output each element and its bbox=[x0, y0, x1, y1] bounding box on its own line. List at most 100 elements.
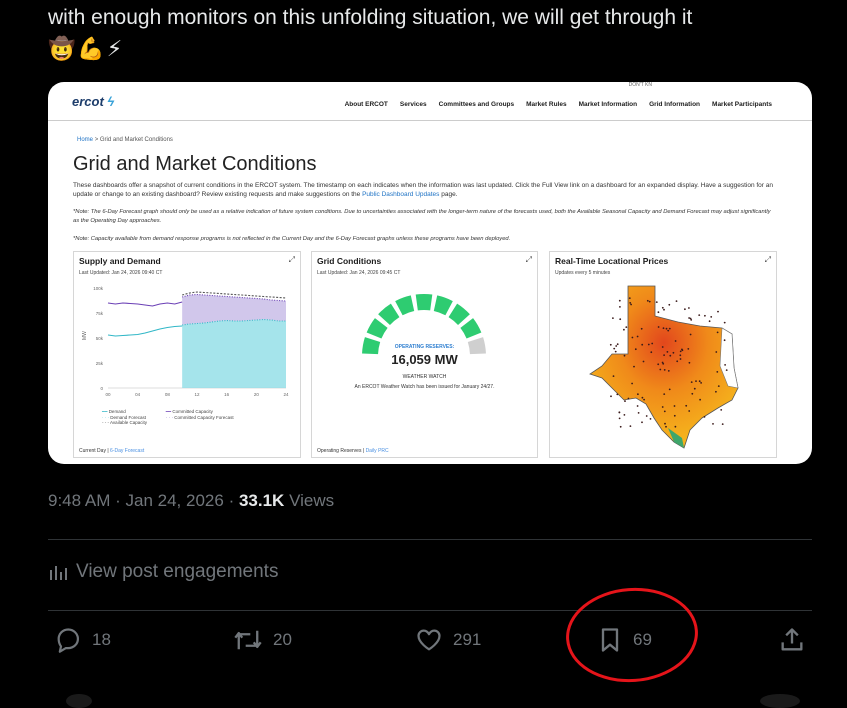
price-node-dot bbox=[698, 314, 701, 316]
price-node-dot bbox=[687, 348, 690, 350]
price-node-dot bbox=[668, 327, 671, 330]
like-count: 291 bbox=[453, 630, 482, 649]
price-node-dot bbox=[637, 393, 639, 396]
reply-button[interactable]: 18 bbox=[54, 626, 111, 654]
embedded-image[interactable]: ercot ϟ DON'T KN About ERCOT Services Comm… bbox=[48, 82, 812, 464]
price-node-dot bbox=[684, 308, 686, 311]
view-engagements-link[interactable]: View post engagements bbox=[48, 561, 278, 583]
price-node-dot bbox=[643, 398, 645, 401]
price-node-dot bbox=[715, 390, 717, 393]
nav-link: Services bbox=[399, 101, 427, 108]
grid-conditions-panel: Grid Conditions ⤢ Last Updated: Jan 24, … bbox=[311, 251, 538, 458]
price-node-dot bbox=[723, 339, 726, 342]
expand-icon: ⤢ bbox=[288, 255, 295, 264]
price-node-dot bbox=[675, 300, 678, 302]
price-node-dot bbox=[628, 297, 631, 299]
site-nav: ercot ϟ DON'T KN About ERCOT Services Comm… bbox=[48, 82, 812, 121]
views-count: 33.1K bbox=[238, 491, 285, 510]
price-node-dot bbox=[666, 351, 669, 353]
legend-available: - - - Available Capacity bbox=[102, 420, 147, 425]
x-tick-label: 20 bbox=[254, 392, 260, 397]
x-tick-label: 08 bbox=[165, 392, 171, 397]
nav-link: Market Participants bbox=[712, 101, 772, 108]
nav-links: About ERCOT Services Committees and Groups… bbox=[345, 101, 772, 108]
price-node-dot bbox=[631, 382, 633, 385]
price-node-dot bbox=[641, 421, 643, 424]
footer-current: Operating Reserves bbox=[317, 448, 362, 454]
views-label: Views bbox=[289, 491, 335, 510]
nav-top-link: DON'T KN bbox=[628, 82, 652, 88]
price-node-dot bbox=[708, 320, 711, 323]
gauge-segment bbox=[448, 303, 470, 326]
page-title: Grid and Market Conditions bbox=[73, 153, 317, 175]
price-node-dot bbox=[659, 368, 662, 371]
reply-icon bbox=[57, 628, 80, 653]
price-node-dot bbox=[612, 317, 614, 319]
legend-available-label: Available Capacity bbox=[110, 420, 147, 425]
page-description: These dashboards offer a snapshot of cur… bbox=[73, 181, 778, 199]
price-node-dot bbox=[679, 350, 682, 353]
footer-link: Daily PRC bbox=[365, 448, 389, 454]
y-tick-label: 100k bbox=[93, 286, 104, 291]
price-node-dot bbox=[616, 343, 619, 346]
meta-dot-2: · bbox=[228, 491, 235, 510]
price-node-dot bbox=[618, 299, 621, 302]
price-node-dot bbox=[645, 415, 648, 417]
price-node-dot bbox=[716, 331, 719, 334]
gauge-segment bbox=[460, 318, 482, 339]
analytics-icon bbox=[50, 566, 67, 580]
share-icon bbox=[781, 628, 803, 651]
price-node-dot bbox=[619, 318, 622, 321]
note-capacity: *Note: Capacity available from demand re… bbox=[73, 236, 511, 242]
expand-icon: ⤢ bbox=[525, 255, 532, 264]
grid-message: An ERCOT Weather Watch has been issued f… bbox=[354, 384, 495, 390]
y-tick-label: 25k bbox=[96, 361, 104, 366]
red-annotation-circle bbox=[562, 583, 702, 687]
breadcrumb-current: Grid and Market Conditions bbox=[99, 137, 173, 143]
reply-count: 18 bbox=[92, 630, 111, 649]
tweet-time[interactable]: 9:48 AM bbox=[48, 491, 110, 510]
price-node-dot bbox=[629, 425, 632, 427]
share-button[interactable] bbox=[778, 626, 806, 654]
like-button[interactable]: 291 bbox=[415, 626, 481, 654]
tweet-date[interactable]: Jan 24, 2026 bbox=[126, 491, 224, 510]
price-node-dot bbox=[717, 310, 719, 313]
price-node-dot bbox=[619, 425, 622, 428]
price-node-dot bbox=[723, 321, 726, 324]
price-node-dot bbox=[715, 351, 718, 353]
panel-footer: Operating Reserves | Daily PRC bbox=[317, 448, 389, 454]
price-node-dot bbox=[725, 369, 728, 371]
price-node-dot bbox=[624, 400, 626, 402]
price-node-dot bbox=[630, 303, 632, 306]
price-node-dot bbox=[633, 365, 635, 368]
price-node-dot bbox=[618, 417, 621, 420]
price-node-dot bbox=[661, 306, 664, 309]
legend-committed-label: Committed Capacity bbox=[172, 409, 213, 414]
post-emojis: 🤠💪⚡ bbox=[48, 36, 125, 61]
panel-title: Real-Time Locational Prices bbox=[555, 256, 669, 266]
repost-button[interactable]: 20 bbox=[233, 626, 292, 654]
price-node-dot bbox=[640, 327, 643, 330]
panel-title: Supply and Demand bbox=[79, 256, 161, 266]
ercot-logo: ercot ϟ bbox=[72, 94, 114, 109]
legend-committed-forecast-label: Committed Capacity Forecast bbox=[174, 415, 234, 420]
price-node-dot bbox=[668, 303, 671, 306]
price-node-dot bbox=[647, 343, 650, 346]
price-node-dot bbox=[685, 404, 688, 407]
price-node-dot bbox=[631, 336, 634, 339]
price-node-dot bbox=[657, 363, 660, 366]
cropped-element bbox=[66, 694, 92, 708]
price-node-dot bbox=[669, 354, 672, 357]
price-node-dot bbox=[704, 314, 706, 317]
price-node-dot bbox=[690, 319, 693, 321]
tweet-timestamp: 9:48 AM · Jan 24, 2026 · 33.1K Views bbox=[48, 491, 334, 511]
price-node-dot bbox=[650, 351, 653, 354]
price-node-dot bbox=[673, 414, 676, 417]
price-node-dot bbox=[634, 348, 637, 351]
nav-link: Market Rules bbox=[526, 101, 567, 108]
x-tick-label: 16 bbox=[224, 392, 230, 397]
price-node-dot bbox=[657, 311, 660, 314]
price-node-dot bbox=[655, 301, 658, 303]
nav-link: Market Information bbox=[578, 101, 638, 108]
price-node-dot bbox=[679, 358, 682, 360]
